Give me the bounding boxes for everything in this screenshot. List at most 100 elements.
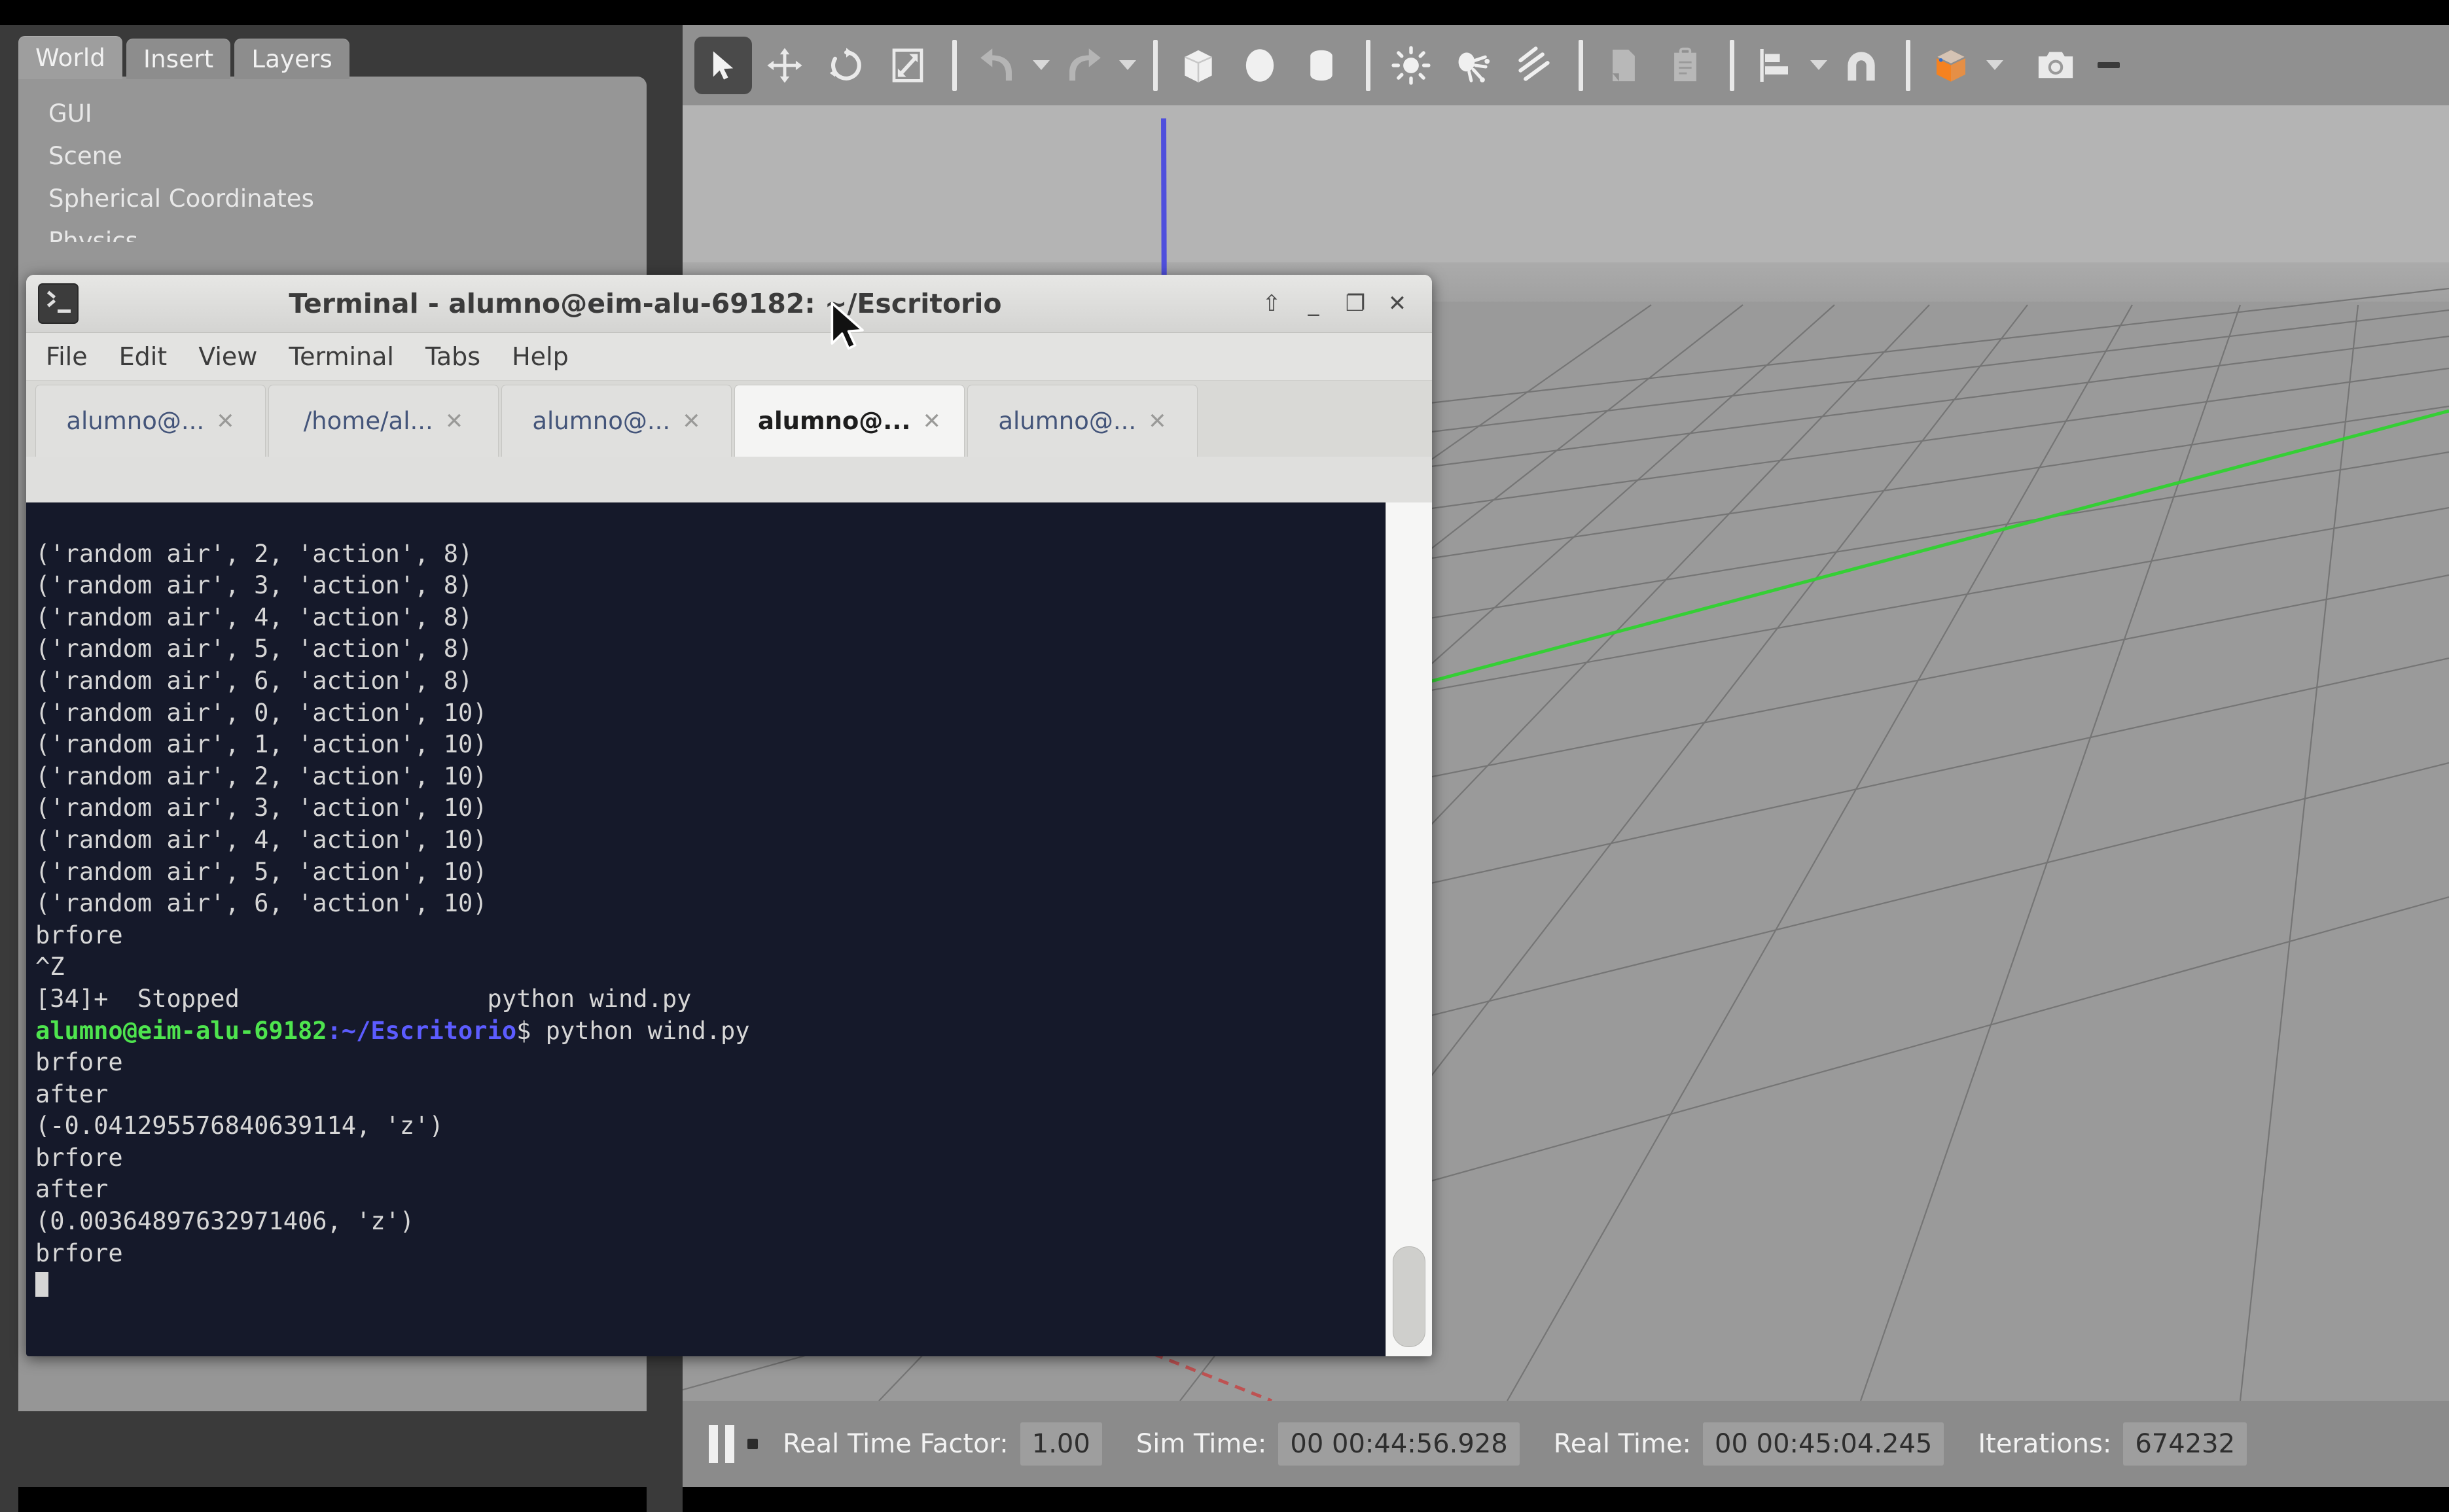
- terminal-tab-1-close-icon[interactable]: ✕: [216, 408, 235, 434]
- tab-insert[interactable]: Insert: [126, 39, 230, 79]
- maximize-button[interactable]: ❐: [1335, 283, 1376, 324]
- terminal-title-bar[interactable]: Terminal - alumno@eim-alu-69182: ~/Escri…: [26, 275, 1432, 333]
- terminal-line: ('random air', 4, 'action', 10): [35, 826, 488, 854]
- paste-button[interactable]: [1656, 37, 1714, 94]
- sim-time-value: 00 00:44:56.928: [1278, 1422, 1519, 1466]
- tree-item-scene[interactable]: Scene: [48, 135, 640, 177]
- terminal-tab-4-close-icon[interactable]: ✕: [922, 408, 941, 434]
- insert-spot-light-button[interactable]: [1444, 37, 1501, 94]
- prompt-user-host: alumno@eim-alu-69182: [35, 1017, 327, 1045]
- box-icon: [1178, 45, 1219, 86]
- insert-directional-light-button[interactable]: [1505, 37, 1563, 94]
- directional-light-icon: [1514, 45, 1554, 86]
- real-time-label: Real Time:: [1554, 1429, 1691, 1459]
- view-angle-dropdown-caret[interactable]: [1984, 46, 2006, 85]
- toolbar-overflow-indicator[interactable]: [2098, 62, 2120, 68]
- terminal-screen[interactable]: ('random air', 2, 'action', 8) ('random …: [26, 502, 1432, 1356]
- terminal-tab-4[interactable]: alumno@... ✕: [734, 385, 965, 457]
- chevron-down-icon: [1986, 60, 2003, 70]
- redo-button[interactable]: [1055, 37, 1113, 94]
- terminal-line: ^Z: [35, 953, 65, 981]
- prompt-symbol: $: [516, 1017, 531, 1045]
- terminal-line: brfore: [35, 1144, 123, 1172]
- tree-item-gui[interactable]: GUI: [48, 92, 640, 135]
- minimize-button[interactable]: _: [1293, 283, 1334, 324]
- tab-world[interactable]: World: [18, 36, 122, 79]
- terminal-tab-2[interactable]: /home/al... ✕: [268, 385, 499, 457]
- snap-button[interactable]: [1832, 37, 1890, 94]
- terminal-tab-5-close-icon[interactable]: ✕: [1148, 408, 1167, 434]
- terminal-tab-3[interactable]: alumno@... ✕: [501, 385, 732, 457]
- tree-item-spherical-coordinates[interactable]: Spherical Coordinates: [48, 177, 640, 220]
- iterations-label: Iterations:: [1978, 1429, 2111, 1459]
- window-top-strip: [0, 0, 2449, 25]
- camera-icon: [2034, 44, 2077, 87]
- tree-item-physics[interactable]: Physics: [48, 220, 640, 242]
- select-mode-button[interactable]: [694, 37, 752, 94]
- terminal-line: ('random air', 6, 'action', 8): [35, 667, 473, 695]
- rotate-mode-button[interactable]: [817, 37, 875, 94]
- terminal-line: ('random air', 0, 'action', 10): [35, 699, 488, 727]
- terminal-tab-1-label: alumno@...: [66, 407, 204, 435]
- align-dropdown-caret[interactable]: [1808, 46, 1830, 85]
- insert-cylinder-button[interactable]: [1293, 37, 1350, 94]
- terminal-scrollbar[interactable]: [1385, 502, 1432, 1356]
- terminal-tab-2-close-icon[interactable]: ✕: [445, 408, 464, 434]
- tab-layers[interactable]: Layers: [234, 39, 349, 79]
- tab-insert-label: Insert: [143, 45, 213, 73]
- menu-edit[interactable]: Edit: [119, 342, 168, 371]
- terminal-line: brfore: [35, 1239, 123, 1267]
- shade-button[interactable]: ⇧: [1251, 283, 1292, 324]
- toolbar-separator-2: [1153, 40, 1158, 91]
- screenshot-button[interactable]: [2027, 37, 2084, 94]
- copy-button[interactable]: [1595, 37, 1653, 94]
- terminal-output[interactable]: ('random air', 2, 'action', 8) ('random …: [26, 502, 1385, 1356]
- terminal-tab-5[interactable]: alumno@... ✕: [967, 385, 1198, 457]
- menu-terminal[interactable]: Terminal: [289, 342, 394, 371]
- scale-icon: [889, 47, 926, 84]
- spot-light-icon: [1452, 45, 1493, 86]
- step-button[interactable]: [747, 1439, 758, 1449]
- terminal-line: (0.00364897632971406, 'z'): [35, 1207, 414, 1235]
- copy-icon: [1605, 46, 1643, 84]
- redo-dropdown-caret[interactable]: [1117, 46, 1139, 85]
- rotate-icon: [828, 47, 865, 84]
- view-angle-button[interactable]: [1922, 37, 1980, 94]
- pause-button[interactable]: [709, 1425, 734, 1463]
- terminal-line: brfore: [35, 921, 123, 949]
- undo-button[interactable]: [969, 37, 1026, 94]
- real-time-factor-label: Real Time Factor:: [783, 1429, 1009, 1459]
- view-angle-icon: [1929, 44, 1973, 87]
- terminal-window-controls: ⇧ _ ❐ ✕: [1251, 283, 1418, 324]
- terminal-window[interactable]: Terminal - alumno@eim-alu-69182: ~/Escri…: [26, 275, 1432, 1356]
- align-icon: [1755, 46, 1795, 85]
- terminal-scrollbar-thumb[interactable]: [1393, 1246, 1425, 1347]
- cylinder-icon: [1301, 45, 1342, 86]
- terminal-tab-4-label: alumno@...: [758, 407, 910, 435]
- insert-box-button[interactable]: [1170, 37, 1227, 94]
- prompt-command: python wind.py: [531, 1017, 749, 1045]
- menu-help[interactable]: Help: [512, 342, 569, 371]
- menu-tabs[interactable]: Tabs: [425, 342, 480, 371]
- terminal-line: ('random air', 3, 'action', 8): [35, 571, 473, 599]
- scale-mode-button[interactable]: [879, 37, 937, 94]
- gazebo-toolbar: [683, 25, 2449, 105]
- insert-point-light-button[interactable]: [1382, 37, 1440, 94]
- terminal-tab-3-close-icon[interactable]: ✕: [682, 408, 701, 434]
- terminal-line: brfore: [35, 1048, 123, 1076]
- insert-sphere-button[interactable]: [1231, 37, 1289, 94]
- align-button[interactable]: [1746, 37, 1804, 94]
- terminal-tab-1[interactable]: alumno@... ✕: [35, 385, 266, 457]
- translate-mode-button[interactable]: [756, 37, 813, 94]
- left-panel-margin: [0, 50, 18, 1512]
- redo-arrow-icon: [1064, 45, 1104, 86]
- tab-world-label: World: [35, 44, 105, 72]
- terminal-line: after: [35, 1080, 108, 1108]
- menu-view[interactable]: View: [198, 342, 257, 371]
- menu-file[interactable]: File: [46, 342, 88, 371]
- close-button[interactable]: ✕: [1377, 283, 1418, 324]
- tab-layers-label: Layers: [251, 45, 332, 73]
- real-time-value: 00 00:45:04.245: [1703, 1422, 1944, 1466]
- undo-dropdown-caret[interactable]: [1030, 46, 1052, 85]
- terminal-menu-bar: File Edit View Terminal Tabs Help: [26, 333, 1432, 381]
